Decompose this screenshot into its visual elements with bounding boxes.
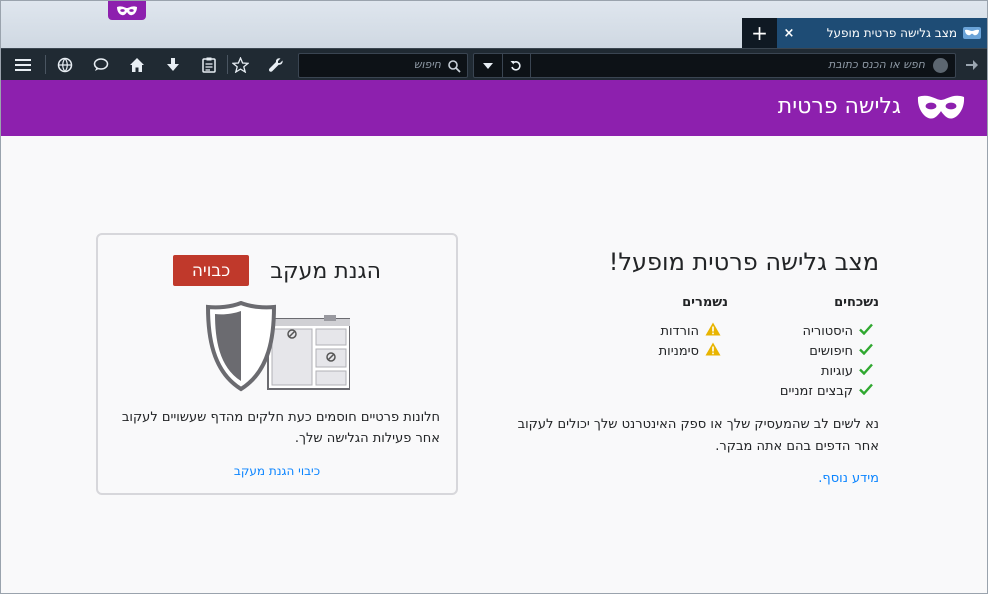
tracking-protection-description: חלונות פרטיים חוסמים כעת חלקים מהדף שעשו… — [121, 410, 440, 446]
list-item: עוגיות — [780, 361, 873, 381]
menu-icon — [15, 58, 31, 71]
mask-icon — [917, 94, 965, 126]
toolbar-separator — [45, 55, 46, 74]
chat-icon — [93, 58, 109, 71]
warning-icon — [705, 342, 721, 360]
tab-title: מצב גלישה פרטית מופעל — [826, 26, 957, 40]
disable-tracking-protection-link[interactable]: כיבוי הגנת מעקב — [98, 464, 456, 478]
tracking-protection-card: הגנת מעקב כבויה חלונות פרטיים חוסמים כעת… — [96, 233, 458, 495]
saved-list: הורדות סימניות — [659, 321, 721, 361]
check-icon — [859, 383, 873, 399]
bookmark-button[interactable] — [222, 49, 258, 80]
web-developer-button[interactable] — [47, 49, 83, 80]
browser-window: מצב גלישה פרטית מופעל × + חיפוש חפש או ה… — [0, 0, 988, 594]
check-icon — [859, 363, 873, 379]
mask-icon — [117, 5, 137, 15]
url-bar[interactable]: חפש או הכנס כתובת — [473, 53, 956, 78]
reading-list-icon — [202, 57, 216, 73]
private-browsing-header: גלישה פרטית — [1, 80, 987, 136]
new-tab-button[interactable]: + — [742, 18, 777, 48]
list-item: הורדות — [659, 321, 721, 341]
nav-toolbar: חיפוש חפש או הכנס כתובת — [1, 48, 987, 80]
check-icon — [859, 323, 873, 339]
tab-close-button[interactable]: × — [779, 26, 799, 41]
list-item: סימניות — [659, 341, 721, 361]
download-icon — [167, 57, 179, 71]
tracking-protection-title: הגנת מעקב — [270, 259, 381, 284]
tab-favicon-icon — [963, 26, 981, 40]
search-icon — [448, 58, 461, 77]
list-item: חיפושים — [780, 341, 873, 361]
private-browsing-indicator — [108, 1, 146, 20]
list-item: היסטוריה — [780, 321, 873, 341]
privacy-note: נא לשים לב שהמעסיק שלך או ספק האינטרנט ש… — [517, 417, 879, 454]
search-placeholder: חיפוש — [413, 58, 441, 71]
page-title: מצב גלישה פרטית מופעל! — [608, 248, 879, 276]
search-bar[interactable]: חיפוש — [298, 53, 468, 78]
forward-icon — [965, 59, 978, 70]
tab-strip: מצב גלישה פרטית מופעל × + — [1, 1, 987, 48]
downloads-button[interactable] — [155, 49, 191, 80]
warning-icon — [705, 322, 721, 340]
url-dropdown-button[interactable] — [474, 54, 503, 77]
check-icon — [859, 343, 873, 359]
not-saved-list: היסטוריה חיפושים עוגיות קבצים זמניים — [780, 321, 873, 401]
home-button[interactable] — [119, 49, 155, 80]
status-badge: כבויה — [173, 255, 249, 286]
bookmark-star-icon — [231, 56, 249, 73]
chat-button[interactable] — [83, 49, 119, 80]
learn-more-link[interactable]: מידע נוסף. — [818, 471, 879, 486]
reload-icon — [510, 60, 521, 71]
wrench-icon — [268, 57, 283, 72]
menu-button[interactable] — [5, 49, 41, 80]
saved-heading: נשמרים — [682, 295, 728, 310]
preferences-button[interactable] — [258, 49, 294, 80]
reload-button[interactable] — [502, 54, 531, 77]
site-identity-icon[interactable] — [933, 58, 948, 73]
shield-icon — [205, 300, 351, 392]
tracking-illustration — [204, 300, 351, 397]
forward-button[interactable] — [956, 49, 987, 80]
url-placeholder: חפש או הכנס כתובת — [828, 58, 925, 71]
globe-icon — [57, 57, 73, 72]
tab-private-browsing[interactable]: מצב גלישה פרטית מופעל × — [777, 18, 987, 48]
home-icon — [130, 57, 144, 72]
list-item: קבצים זמניים — [780, 381, 873, 401]
not-saved-heading: נשכחים — [834, 295, 879, 310]
dropdown-icon — [483, 62, 493, 69]
page-header-title: גלישה פרטית — [777, 94, 901, 119]
